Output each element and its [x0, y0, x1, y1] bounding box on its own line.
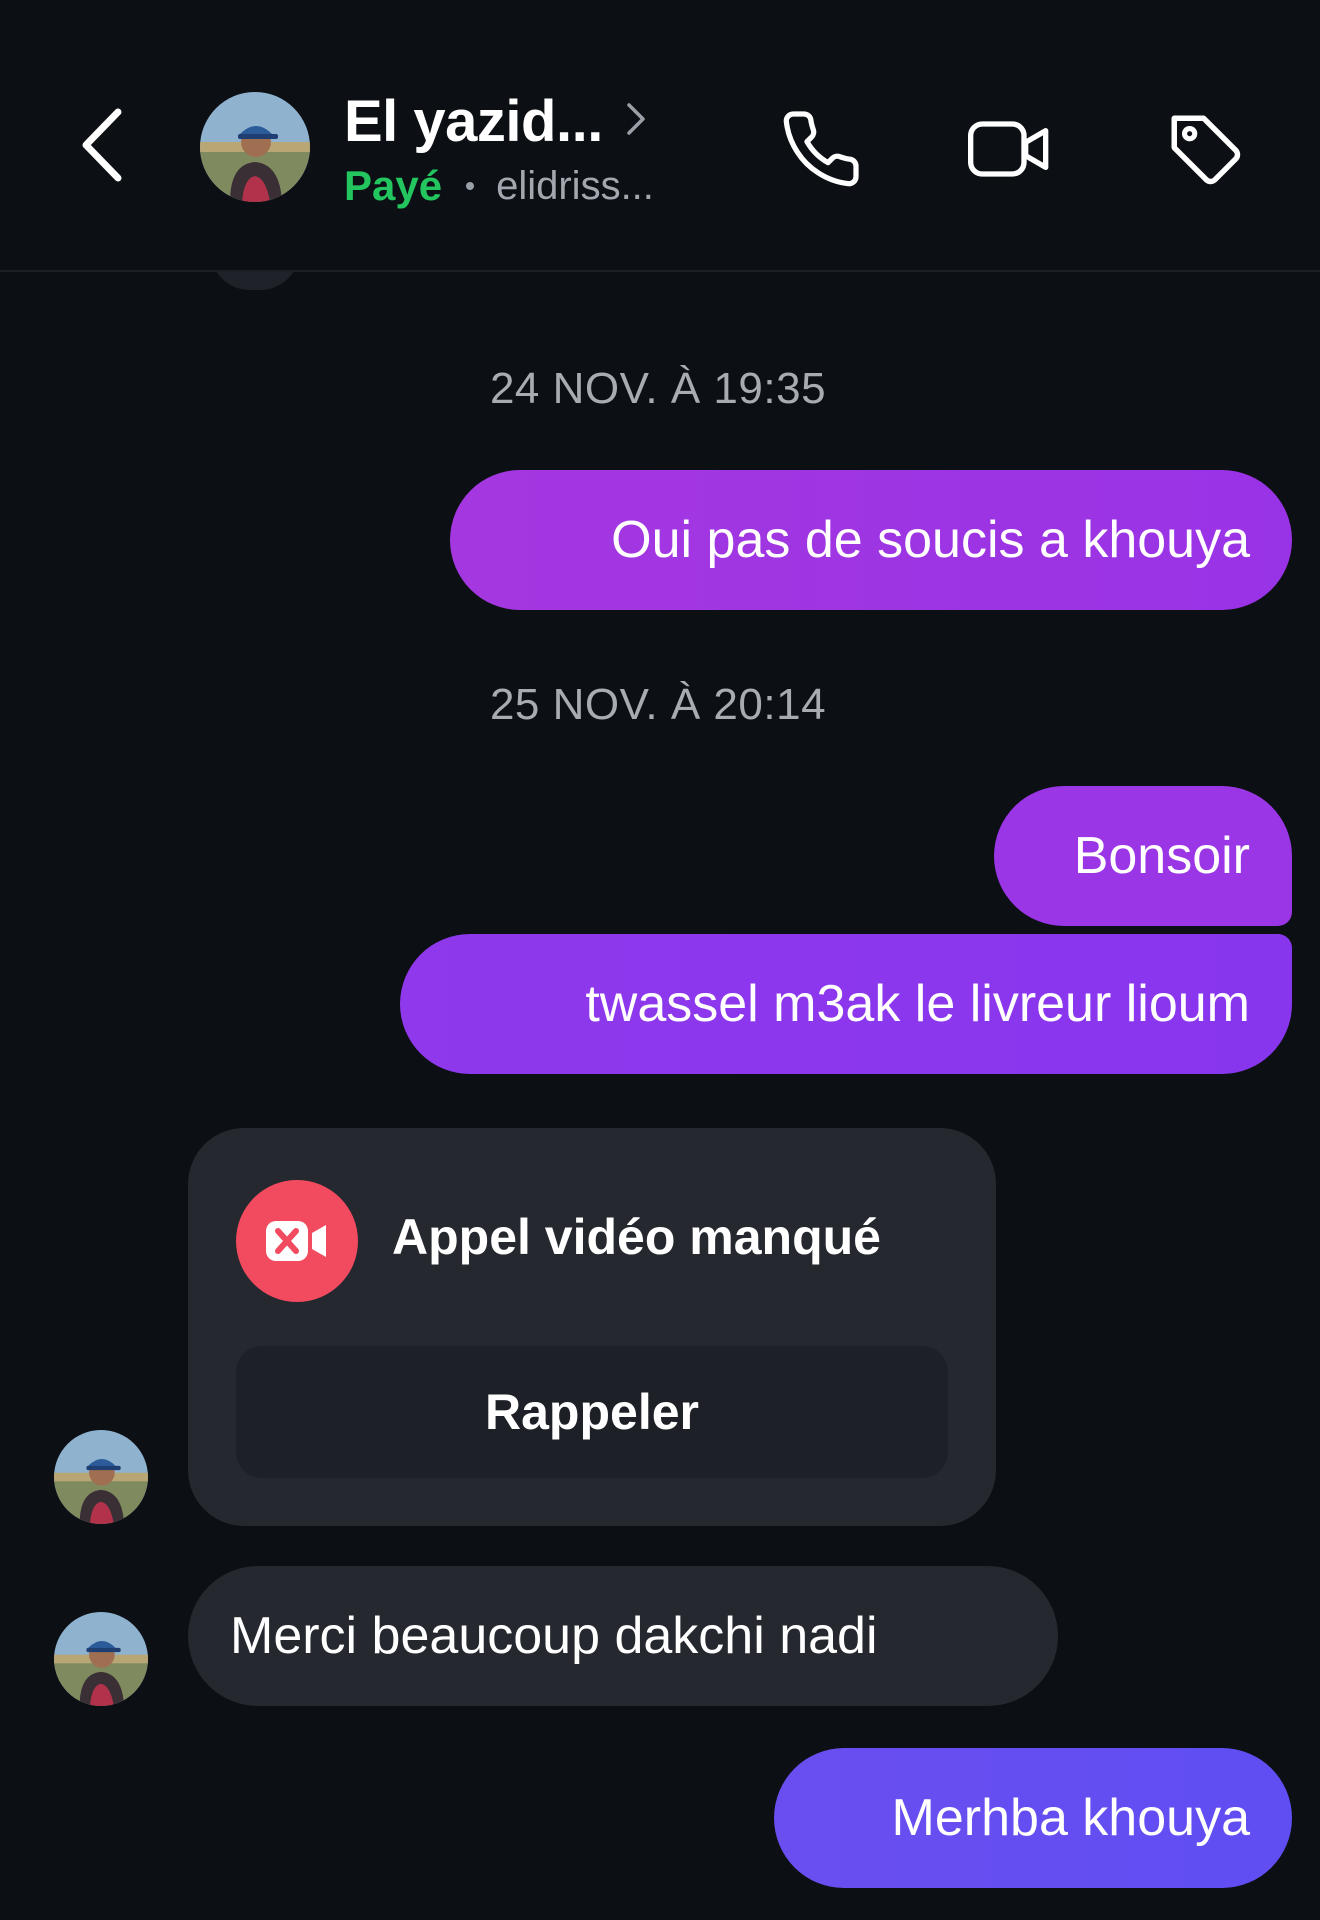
timestamp: 24 NOV. À 19:35 — [0, 364, 1320, 414]
incoming-message[interactable]: Merci beaucoup dakchi nadi — [188, 1566, 1058, 1706]
voice-call-button[interactable] — [776, 104, 866, 194]
missed-call-title: Appel vidéo manqué — [392, 1209, 881, 1265]
missed-video-call-icon — [266, 1221, 326, 1261]
phone-icon — [783, 111, 859, 187]
contact-name: El yazid... — [344, 89, 603, 154]
chevron-right-icon — [627, 102, 645, 135]
contact-handle: elidriss... — [496, 163, 654, 208]
missed-call-card: Appel vidéo manqué Rappeler — [188, 1128, 996, 1526]
outgoing-message[interactable]: twassel m3ak le livreur lioum — [400, 934, 1292, 1074]
timestamp: 25 NOV. À 20:14 — [0, 680, 1320, 730]
back-button[interactable] — [70, 100, 140, 190]
video-call-button[interactable] — [964, 104, 1054, 194]
outgoing-message[interactable]: Bonsoir — [994, 786, 1292, 926]
tag-icon — [1171, 115, 1241, 185]
outgoing-message[interactable]: Oui pas de soucis a khouya — [450, 470, 1292, 610]
chevron-left-icon — [82, 108, 122, 182]
sender-avatar[interactable] — [54, 1612, 148, 1706]
avatar-image — [54, 1612, 148, 1706]
chat-screen: El yazid... Payé elidriss... 24 NOV. À 1… — [0, 0, 1320, 1920]
payment-status: Payé — [344, 162, 443, 209]
contact-subtitle: Payé elidriss... — [344, 162, 654, 210]
contact-avatar[interactable] — [200, 92, 310, 202]
label-button[interactable] — [1160, 104, 1250, 194]
call-back-button[interactable]: Rappeler — [236, 1346, 948, 1478]
missed-call-icon-badge — [236, 1180, 358, 1302]
outgoing-message[interactable]: Merhba khouya — [774, 1748, 1292, 1888]
chat-header: El yazid... Payé elidriss... — [0, 0, 1320, 272]
separator-dot — [466, 182, 475, 190]
contact-name-row[interactable]: El yazid... — [344, 88, 647, 155]
video-camera-icon — [967, 121, 1049, 177]
sender-avatar[interactable] — [54, 1430, 148, 1524]
timestamp-text: 24 NOV. À 19:35 — [489, 364, 827, 413]
avatar-image — [200, 92, 310, 202]
avatar-image — [54, 1430, 148, 1524]
timestamp-text: 25 NOV. À 20:14 — [489, 680, 827, 729]
